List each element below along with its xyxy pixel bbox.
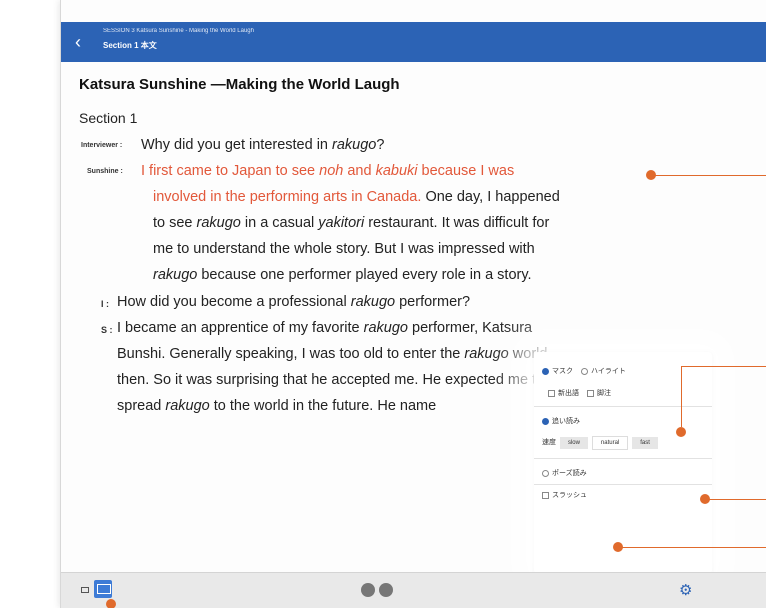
speed-row: 速度 slow natural fast [542,436,658,450]
text-line[interactable]: I became an apprentice of my favorite ra… [117,320,532,336]
spread-view-icon[interactable] [94,580,112,598]
reader-window: ‹ SESSION 3 Katsura Sunshine - Making th… [60,0,766,608]
speaker-label: Interviewer : [81,142,123,149]
settings-popup: マスク ハイライト 新出語 脚注 追い読み 速度 slow natural fa… [534,352,712,574]
text-line[interactable]: to see rakugo in a casual yakitori resta… [153,215,549,231]
callout-line [655,175,766,176]
radio-icon [580,367,588,375]
callout-line [681,366,682,427]
divider [534,458,712,459]
speaker-label: S : [101,325,113,335]
checkbox-icon [586,389,594,397]
text-line[interactable]: spread rakugo to the world in the future… [117,398,436,414]
breadcrumb: SESSION 3 Katsura Sunshine - Making the … [103,28,254,34]
callout-dot [676,427,686,437]
mask-option[interactable]: マスク [542,367,573,375]
document-title: Katsura Sunshine —Making the World Laugh [79,76,400,93]
back-chevron-icon[interactable]: ‹ [75,32,95,52]
next-audio-button[interactable] [379,583,393,597]
notes-checkbox[interactable]: 脚注 [586,389,611,397]
speed-label: 速度 [542,439,556,446]
highlight-option[interactable]: ハイライト [580,367,626,375]
checkbox-icon [548,389,555,397]
single-page-view-icon[interactable] [81,587,89,593]
filter-row: 新出語 脚注 [548,388,611,398]
text-line[interactable]: Why did you get interested in rakugo? [141,137,384,153]
speaker-label: I : [101,299,109,309]
text-line[interactable]: How did you become a professional rakugo… [117,294,470,310]
bottom-toolbar: ⚙ [61,572,766,608]
callout-dot [106,599,116,608]
callout-line [709,499,766,500]
previous-audio-button[interactable] [361,583,375,597]
callout-line [622,547,766,548]
speed-fast-button[interactable]: fast [632,437,658,449]
mask-highlight-row: マスク ハイライト [542,366,626,376]
gear-icon[interactable]: ⚙ [679,581,692,599]
top-bar: ‹ SESSION 3 Katsura Sunshine - Making th… [61,22,766,62]
checkbox-icon [542,491,549,499]
speaker-label: Sunshine : [87,168,123,175]
radio-selected-icon [542,417,549,425]
radio-icon [542,469,549,477]
divider [534,406,712,407]
speed-natural-button[interactable]: natural [591,436,629,450]
read-along-option[interactable]: 追い読み [542,416,580,426]
slash-checkbox[interactable]: スラッシュ [542,490,587,500]
callout-line [681,366,766,367]
highlighted-line[interactable]: I first came to Japan to see noh and kab… [141,163,514,179]
speed-slow-button[interactable]: slow [559,437,588,449]
text-line[interactable]: Bunshi. Generally speaking, I was too ol… [117,346,547,362]
text-line[interactable]: me to understand the whole story. But I … [153,241,535,257]
section-label: Section 1 [79,110,138,126]
divider [534,484,712,485]
text-line[interactable]: rakugo because one performer played ever… [153,267,532,283]
text-line[interactable]: involved in the performing arts in Canad… [153,189,560,205]
radio-selected-icon [542,367,549,375]
text-line[interactable]: then. So it was surprising that he accep… [117,372,544,388]
page-title: Section 1 本文 [103,41,157,50]
pause-read-option[interactable]: ポーズ読み [542,468,587,478]
new-words-checkbox[interactable]: 新出語 [548,389,579,397]
